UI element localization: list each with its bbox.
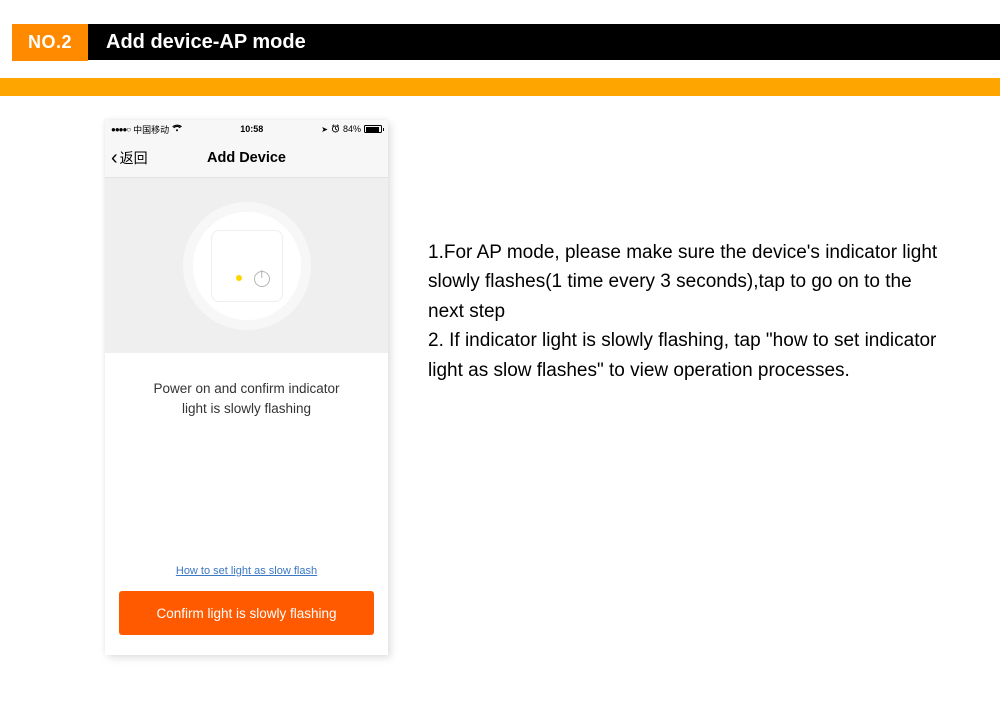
chevron-left-icon: ‹	[111, 148, 118, 168]
back-label: 返回	[120, 148, 148, 168]
smart-plug-icon	[211, 230, 283, 302]
status-time: 10:58	[240, 124, 263, 134]
phone-content-area: Power on and confirm indicator light is …	[105, 353, 388, 655]
carrier-label: 中国移动	[133, 123, 169, 136]
instruction-step-2: 2. If indicator light is slowly flashing…	[428, 326, 940, 385]
indicator-led-icon	[236, 275, 242, 281]
device-illustration	[105, 178, 388, 353]
battery-percent: 84%	[343, 124, 361, 134]
prompt-text: Power on and confirm indicator light is …	[105, 379, 388, 418]
battery-icon	[364, 125, 382, 133]
wifi-icon	[172, 124, 182, 134]
section-header: NO.2 Add device-AP mode	[12, 24, 1000, 60]
nav-title: Add Device	[207, 150, 286, 166]
back-button[interactable]: ‹ 返回	[111, 148, 148, 168]
ios-status-bar: ●●●●○ 中国移动 10:58 ➤ 84%	[105, 120, 388, 138]
signal-dots-icon: ●●●●○	[111, 125, 130, 134]
instructions-text: 1.For AP mode, please make sure the devi…	[428, 120, 1000, 655]
section-number-badge: NO.2	[12, 24, 88, 61]
device-circle	[183, 202, 311, 330]
power-icon	[254, 271, 270, 287]
phone-mockup: ●●●●○ 中国移动 10:58 ➤ 84% ‹ 返回 Ad	[105, 120, 388, 655]
alarm-icon	[331, 124, 340, 135]
nav-bar: ‹ 返回 Add Device	[105, 138, 388, 178]
confirm-button[interactable]: Confirm light is slowly flashing	[119, 591, 374, 635]
instruction-step-1: 1.For AP mode, please make sure the devi…	[428, 238, 940, 326]
section-title: Add device-AP mode	[106, 31, 306, 54]
location-icon: ➤	[321, 125, 328, 134]
divider-bar	[0, 78, 1000, 96]
howto-link[interactable]: How to set light as slow flash	[105, 565, 388, 577]
